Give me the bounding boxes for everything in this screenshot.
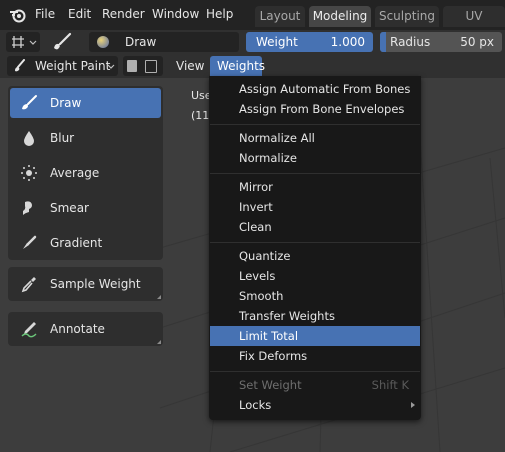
tool-draw[interactable]: Draw: [10, 88, 161, 118]
menu-mirror[interactable]: Mirror: [210, 177, 420, 197]
submenu-arrow-icon: [411, 402, 415, 408]
radius-fill: [380, 32, 386, 52]
tool-label: Average: [50, 166, 100, 180]
tool-label: Blur: [50, 131, 75, 145]
tab-uv-editing[interactable]: UV Editing: [443, 6, 505, 44]
eyedropper-icon: [21, 277, 36, 293]
tool-variants-indicator: [157, 295, 161, 299]
brush-tool-icon[interactable]: [50, 32, 74, 52]
editor-type-button[interactable]: [6, 32, 40, 52]
tool-shelf: Draw Blur Average Smear Gradient: [8, 86, 163, 260]
tab-modeling[interactable]: Modeling: [309, 6, 371, 27]
tool-group-sample: Sample Weight: [8, 267, 163, 301]
radius-slider[interactable]: Radius 50 px: [380, 32, 502, 52]
radius-value: 50 px: [460, 35, 494, 49]
weight-paint-mode-icon: [15, 59, 25, 72]
tool-annotate[interactable]: Annotate: [10, 314, 161, 344]
tool-label: Sample Weight: [50, 277, 141, 291]
viewport-header: Weight Paint View Weights: [0, 54, 505, 78]
vertex-mask-icon[interactable]: [145, 60, 157, 73]
brush-selector[interactable]: Draw: [89, 32, 239, 52]
view-menu[interactable]: View: [176, 59, 204, 73]
weight-value: 1.000: [330, 35, 365, 49]
menu-file[interactable]: File: [35, 7, 55, 21]
annotate-pencil-icon: [21, 322, 37, 338]
weight-slider[interactable]: Weight 1.000: [246, 32, 373, 52]
tool-label: Draw: [50, 96, 82, 110]
tool-average[interactable]: Average: [10, 158, 161, 188]
menu-clean[interactable]: Clean: [210, 217, 420, 237]
blender-logo-icon[interactable]: [9, 7, 27, 23]
menu-normalize[interactable]: Normalize: [210, 148, 420, 168]
transform-axes-icon: [12, 36, 24, 48]
shortcut-hint: Shift K: [371, 378, 409, 392]
menu-transfer-weights[interactable]: Transfer Weights: [210, 306, 420, 326]
menu-edit[interactable]: Edit: [68, 7, 91, 21]
brush-preview-icon: [97, 36, 109, 48]
menu-assign-automatic-from-bones[interactable]: Assign Automatic From Bones: [210, 79, 420, 99]
tool-settings-header: Draw Weight 1.000 Radius 50 px: [0, 30, 505, 54]
tab-layout[interactable]: Layout: [255, 6, 305, 27]
menu-help[interactable]: Help: [206, 7, 233, 21]
weights-menu-label: Weights: [217, 59, 266, 73]
average-icon: [21, 165, 37, 181]
menu-separator: [210, 124, 420, 125]
mask-toggle-group: [123, 56, 163, 76]
tool-label: Smear: [50, 201, 89, 215]
tool-sample-weight[interactable]: Sample Weight: [10, 269, 161, 299]
tool-label: Annotate: [50, 322, 105, 336]
menu-levels[interactable]: Levels: [210, 266, 420, 286]
menu-separator: [210, 173, 420, 174]
menu-invert[interactable]: Invert: [210, 197, 420, 217]
menu-quantize[interactable]: Quantize: [210, 246, 420, 266]
menu-locks[interactable]: Locks: [210, 395, 420, 415]
menu-separator: [210, 242, 420, 243]
weights-menu[interactable]: Weights: [210, 56, 266, 76]
weight-label: Weight: [256, 35, 298, 49]
menu-smooth[interactable]: Smooth: [210, 286, 420, 306]
tab-sculpting[interactable]: Sculpting: [375, 6, 439, 27]
menu-fix-deforms[interactable]: Fix Deforms: [210, 346, 420, 366]
menu-assign-from-bone-envelopes[interactable]: Assign From Bone Envelopes: [210, 99, 420, 119]
radius-label: Radius: [390, 35, 431, 49]
menu-separator: [210, 371, 420, 372]
menu-set-weight: Set Weight Shift K: [210, 375, 420, 395]
brush-name: Draw: [125, 35, 157, 49]
menu-limit-total[interactable]: Limit Total: [210, 326, 420, 346]
menu-normalize-all[interactable]: Normalize All: [210, 128, 420, 148]
tool-gradient[interactable]: Gradient: [10, 228, 161, 258]
chevron-down-icon: [107, 64, 115, 69]
tool-blur[interactable]: Blur: [10, 123, 161, 153]
menu-render[interactable]: Render: [102, 7, 145, 21]
tool-variants-indicator: [157, 340, 161, 344]
gradient-icon: [23, 235, 37, 249]
weights-dropdown-menu: Assign Automatic From Bones Assign From …: [209, 76, 421, 420]
brush-draw-icon: [22, 95, 37, 110]
menu-window[interactable]: Window: [152, 7, 199, 21]
mode-selector[interactable]: Weight Paint: [7, 56, 118, 76]
tool-smear[interactable]: Smear: [10, 193, 161, 223]
tool-label: Gradient: [50, 236, 103, 250]
face-mask-icon[interactable]: [127, 60, 137, 72]
chevron-down-icon: [29, 40, 37, 45]
top-menu-bar: File Edit Render Window Help Layout Mode…: [0, 0, 505, 44]
smear-icon: [23, 201, 32, 215]
tool-group-annotate: Annotate: [8, 312, 163, 346]
blur-drop-icon: [24, 131, 34, 146]
mode-label: Weight Paint: [35, 59, 111, 73]
